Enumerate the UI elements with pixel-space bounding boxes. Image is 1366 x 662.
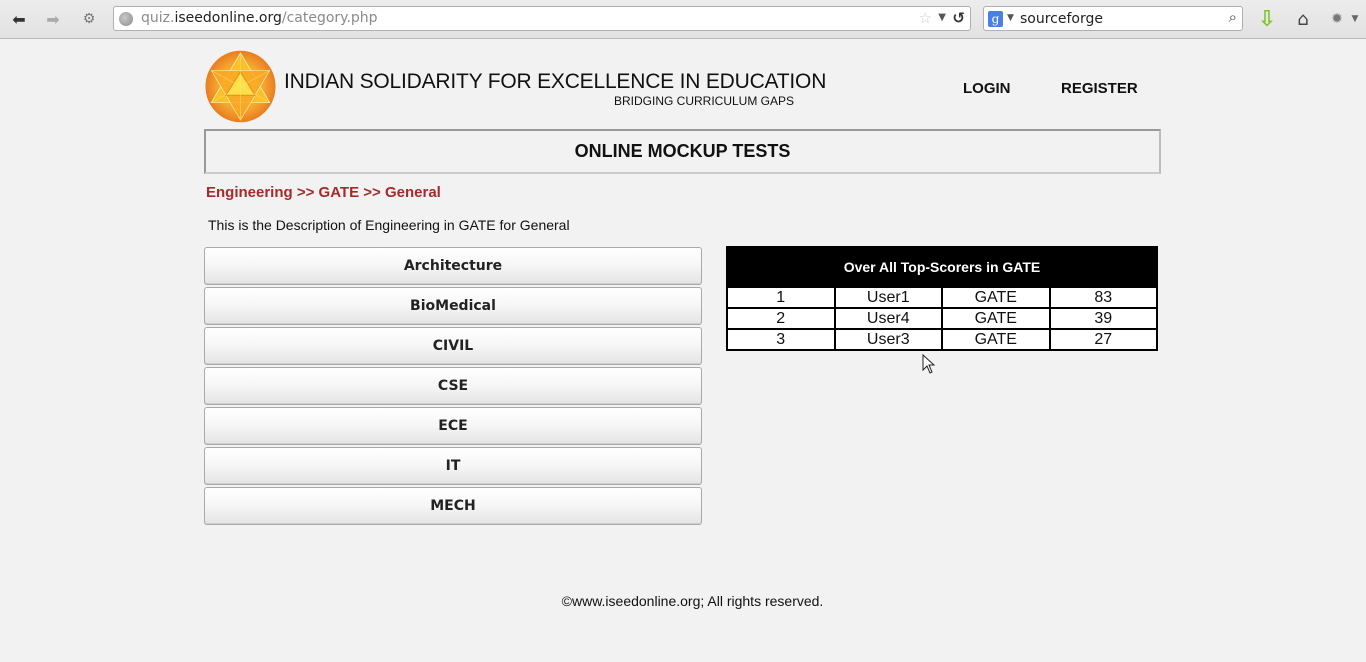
forward-arrow-icon: ➡ — [46, 9, 60, 29]
url-domain: iseedonline.org — [174, 10, 282, 26]
rank-cell: 1 — [726, 286, 836, 309]
download-arrow-icon: ⇩ — [1257, 6, 1277, 32]
search-input[interactable] — [1020, 9, 1210, 28]
page-banner: ONLINE MOCKUP TESTS — [204, 129, 1161, 174]
mouse-cursor-icon — [922, 354, 936, 374]
url-prefix: quiz. — [141, 10, 175, 26]
category-button-it[interactable]: IT — [204, 447, 702, 485]
search-engine-dropdown-icon[interactable]: ▼ — [1007, 13, 1014, 23]
category-button-biomedical[interactable]: BioMedical — [204, 287, 702, 325]
category-button-mech[interactable]: MECH — [204, 487, 702, 525]
breadcrumb: Engineering >> GATE >> General — [206, 184, 441, 201]
back-button[interactable]: ⬅ — [8, 8, 30, 30]
score-cell: 39 — [1048, 307, 1158, 330]
download-button[interactable]: ⇩ — [1256, 6, 1278, 32]
score-cell: 83 — [1048, 286, 1158, 309]
dropdown-arrow-icon[interactable]: ▼ — [938, 12, 946, 23]
addon-icon: ✹ — [1331, 11, 1343, 27]
history-button[interactable]: ⚙ — [78, 8, 100, 30]
forward-button[interactable]: ➡ — [42, 8, 64, 30]
browser-toolbar: ⬅ ➡ ⚙ quiz.iseedonline.org/category.php … — [0, 0, 1366, 39]
rank-cell: 2 — [726, 307, 836, 330]
site-subtitle: BRIDGING CURRICULUM GAPS — [614, 94, 795, 108]
register-link[interactable]: REGISTER — [1061, 80, 1138, 97]
table-row: 3 User3 GATE 27 — [726, 328, 1158, 351]
table-row: 1 User1 GATE 83 — [726, 286, 1158, 309]
exam-cell: GATE — [941, 286, 1051, 309]
exam-cell: GATE — [941, 307, 1051, 330]
breadcrumb-engineering[interactable]: Engineering — [206, 184, 293, 201]
globe-icon — [119, 12, 133, 26]
user-cell: User3 — [833, 328, 943, 351]
breadcrumb-separator: >> — [363, 184, 385, 201]
breadcrumb-separator: >> — [296, 184, 319, 201]
user-cell: User1 — [833, 286, 943, 309]
site-title: INDIAN SOLIDARITY FOR EXCELLENCE IN EDUC… — [284, 70, 827, 93]
addon-dropdown[interactable]: ▼ — [1348, 8, 1362, 30]
category-button-cse[interactable]: CSE — [204, 367, 702, 405]
table-row: 2 User4 GATE 39 — [726, 307, 1158, 330]
search-bar: g ▼ ⌕ — [983, 6, 1243, 31]
url-path: /category.php — [281, 10, 378, 26]
addon-button[interactable]: ✹ — [1326, 8, 1348, 30]
chevron-down-icon: ▼ — [1351, 14, 1359, 24]
category-button-architecture[interactable]: Architecture — [204, 247, 702, 285]
top-scorers-title: Over All Top-Scorers in GATE — [727, 247, 1157, 287]
back-arrow-icon: ⬅ — [12, 9, 26, 29]
breadcrumb-general[interactable]: General — [385, 184, 441, 201]
breadcrumb-gate[interactable]: GATE — [319, 184, 360, 201]
top-scorers-table: Over All Top-Scorers in GATE 1 User1 GAT… — [726, 246, 1158, 351]
history-icon: ⚙ — [82, 11, 96, 27]
rank-cell: 3 — [726, 328, 836, 351]
login-link[interactable]: LOGIN — [963, 80, 1011, 97]
google-icon[interactable]: g — [988, 11, 1003, 27]
star-icon[interactable]: ☆ — [919, 9, 932, 27]
url-bar[interactable]: quiz.iseedonline.org/category.php ☆ ▼ ↺ — [113, 6, 971, 31]
score-cell: 27 — [1048, 328, 1158, 351]
url-text[interactable]: quiz.iseedonline.org/category.php — [141, 10, 378, 26]
reload-icon[interactable]: ↺ — [952, 9, 965, 27]
category-list: Architecture BioMedical CIVIL CSE ECE IT… — [204, 247, 702, 527]
category-button-civil[interactable]: CIVIL — [204, 327, 702, 365]
category-description: This is the Description of Engineering i… — [208, 217, 570, 233]
exam-cell: GATE — [941, 328, 1051, 351]
page-content: INDIAN SOLIDARITY FOR EXCELLENCE IN EDUC… — [0, 40, 1366, 662]
home-icon: ⌂ — [1297, 8, 1309, 30]
user-cell: User4 — [833, 307, 943, 330]
page-title: ONLINE MOCKUP TESTS — [574, 141, 791, 161]
home-button[interactable]: ⌂ — [1292, 8, 1314, 30]
footer-copyright: ©www.iseedonline.org; All rights reserve… — [561, 593, 824, 609]
category-button-ece[interactable]: ECE — [204, 407, 702, 445]
magnifier-icon[interactable]: ⌕ — [1229, 8, 1237, 26]
site-logo[interactable] — [204, 50, 277, 123]
